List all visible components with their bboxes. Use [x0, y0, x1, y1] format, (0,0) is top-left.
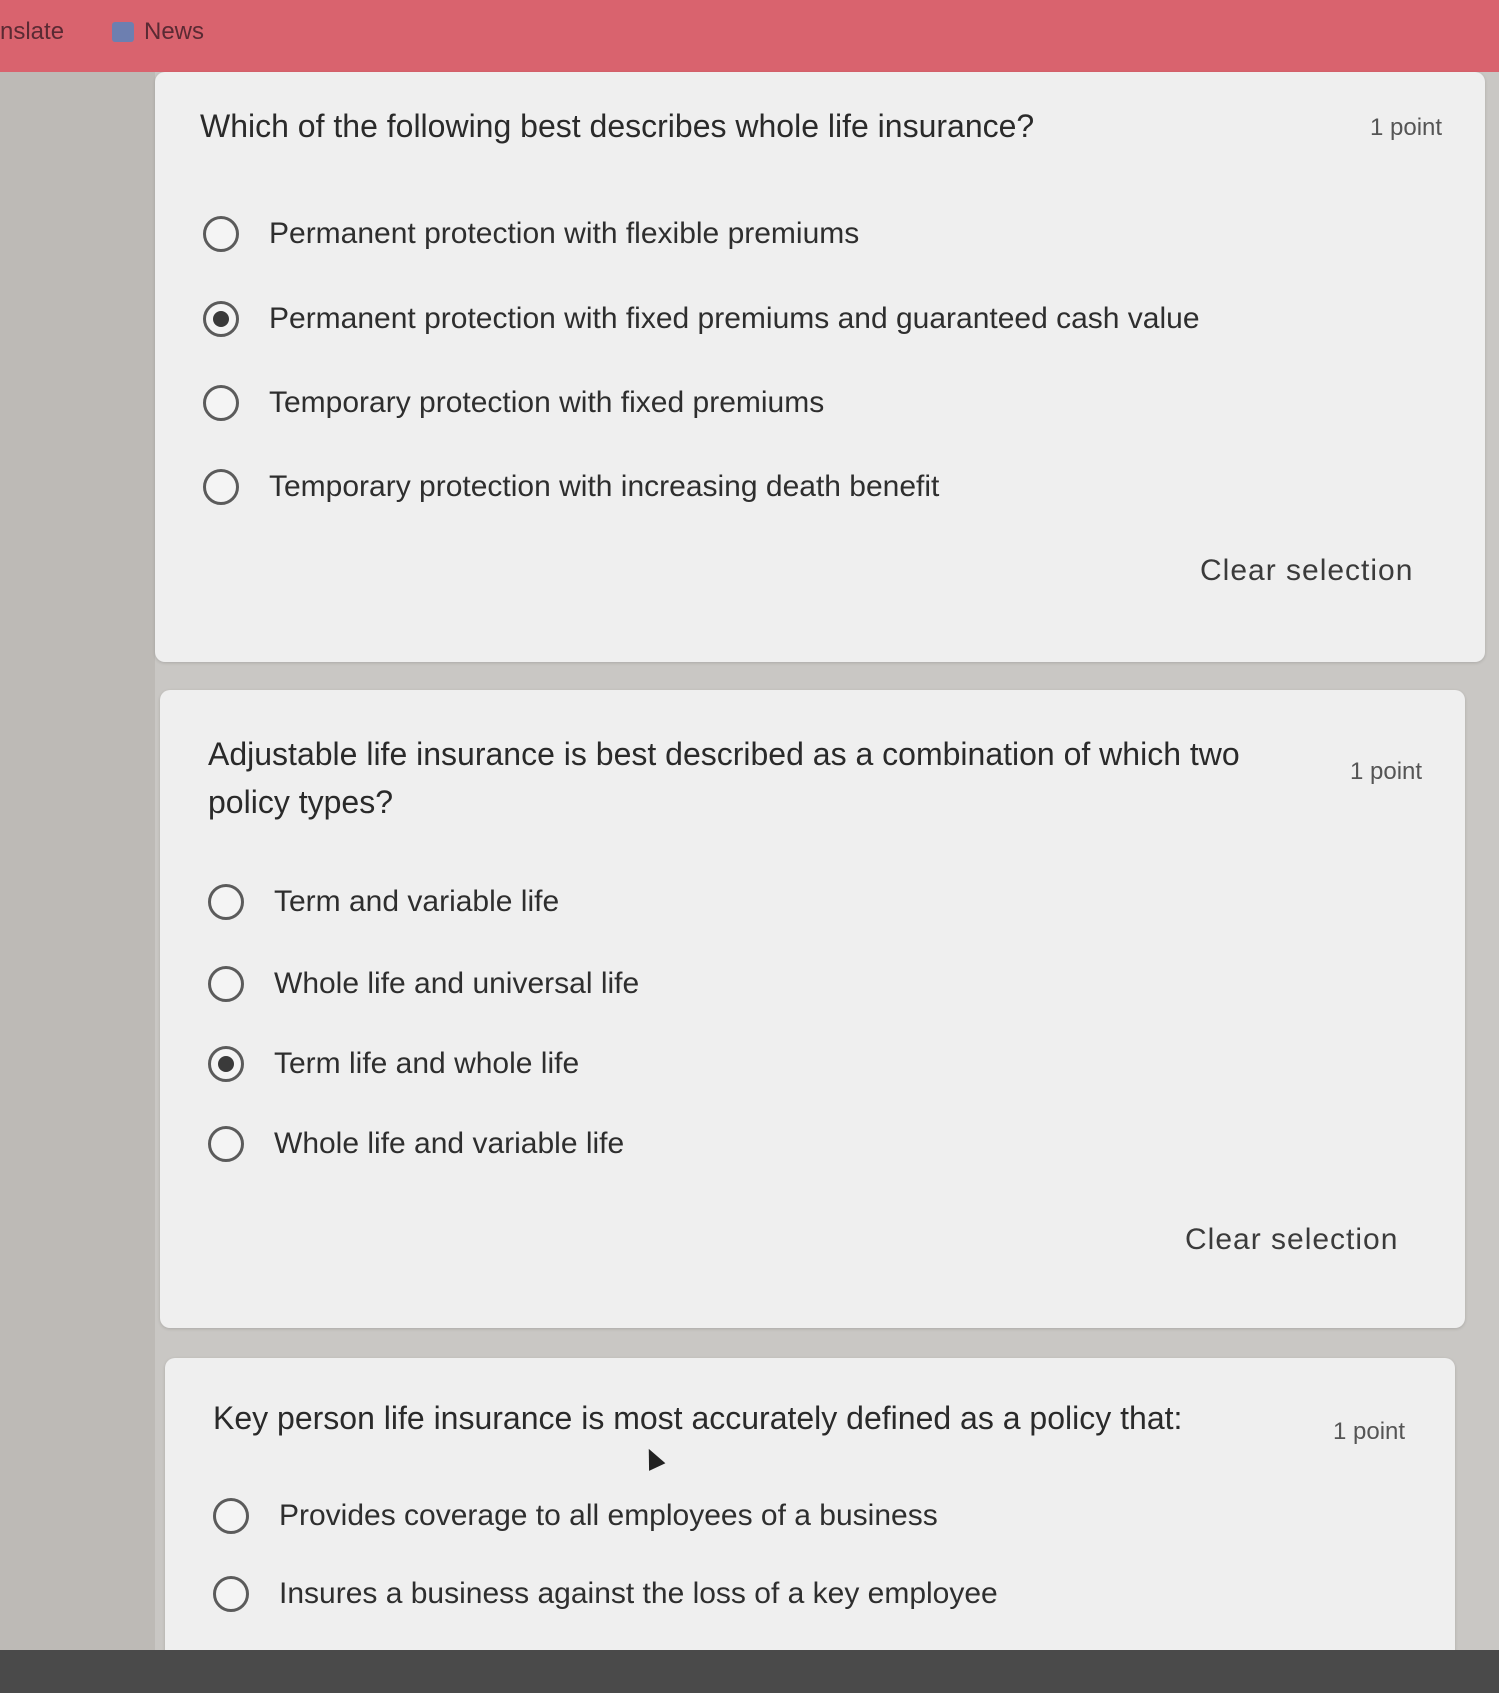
option-label: Permanent protection with fixed premiums… [269, 302, 1200, 335]
question-title-line1: Adjustable life insurance is best descri… [208, 736, 1240, 772]
option-label: Permanent protection with flexible premi… [269, 217, 860, 250]
radio-option[interactable]: Whole life and variable life [208, 1126, 624, 1162]
question-points: 1 point [1333, 1418, 1406, 1445]
question-card-1: Which of the following best describes wh… [155, 72, 1485, 662]
radio-button[interactable] [208, 966, 244, 1002]
radio-option[interactable]: Whole life and universal life [208, 966, 639, 1002]
radio-option[interactable]: Insures a business against the loss of a… [213, 1576, 998, 1612]
radio-button-selected[interactable] [203, 301, 239, 337]
option-label: Term and variable life [274, 885, 560, 918]
question-card-3: Key person life insurance is most accura… [165, 1358, 1455, 1678]
radio-option[interactable]: Term life and whole life [208, 1046, 579, 1082]
radio-option[interactable]: Temporary protection with fixed premiums [203, 385, 824, 421]
radio-button[interactable] [213, 1498, 249, 1534]
radio-button[interactable] [203, 385, 239, 421]
screen-bezel [0, 1650, 1499, 1693]
radio-option[interactable]: Provides coverage to all employees of a … [213, 1498, 938, 1534]
question-card-2: Adjustable life insurance is best descri… [160, 690, 1465, 1328]
question-title: Which of the following best describes wh… [200, 108, 1035, 144]
bookmarks-bar: nslate News [0, 0, 1499, 72]
question-points: 1 point [1350, 758, 1423, 785]
question-title-line2: policy types? [208, 784, 393, 820]
bookmark-folder-icon [112, 22, 134, 42]
clear-selection-button[interactable]: Clear selection [1185, 1223, 1398, 1257]
option-label: Term life and whole life [274, 1047, 580, 1080]
option-label: Insures a business against the loss of a… [279, 1577, 998, 1610]
radio-button[interactable] [208, 884, 244, 920]
question-points: 1 point [1370, 114, 1443, 141]
radio-option[interactable]: Permanent protection with flexible premi… [203, 216, 859, 252]
radio-option[interactable]: Term and variable life [208, 884, 559, 920]
bookmark-label: nslate [0, 18, 65, 45]
clear-selection-button[interactable]: Clear selection [1200, 554, 1413, 588]
option-label: Whole life and variable life [274, 1127, 625, 1160]
radio-button[interactable] [203, 216, 239, 252]
option-label: Temporary protection with increasing dea… [269, 470, 940, 503]
option-label: Provides coverage to all employees of a … [279, 1499, 938, 1532]
bookmark-label: News [144, 18, 205, 45]
radio-button[interactable] [203, 469, 239, 505]
option-label: Temporary protection with fixed premiums [269, 386, 825, 419]
radio-button[interactable] [208, 1126, 244, 1162]
radio-option[interactable]: Permanent protection with fixed premiums… [203, 301, 1200, 337]
bookmark-translate[interactable]: nslate [0, 18, 64, 46]
bookmark-news[interactable]: News [112, 18, 204, 46]
option-label: Whole life and universal life [274, 967, 640, 1000]
question-title: Key person life insurance is most accura… [213, 1400, 1183, 1436]
page-margin [0, 72, 155, 1652]
radio-button-selected[interactable] [208, 1046, 244, 1082]
radio-option[interactable]: Temporary protection with increasing dea… [203, 469, 939, 505]
radio-button[interactable] [213, 1576, 249, 1612]
